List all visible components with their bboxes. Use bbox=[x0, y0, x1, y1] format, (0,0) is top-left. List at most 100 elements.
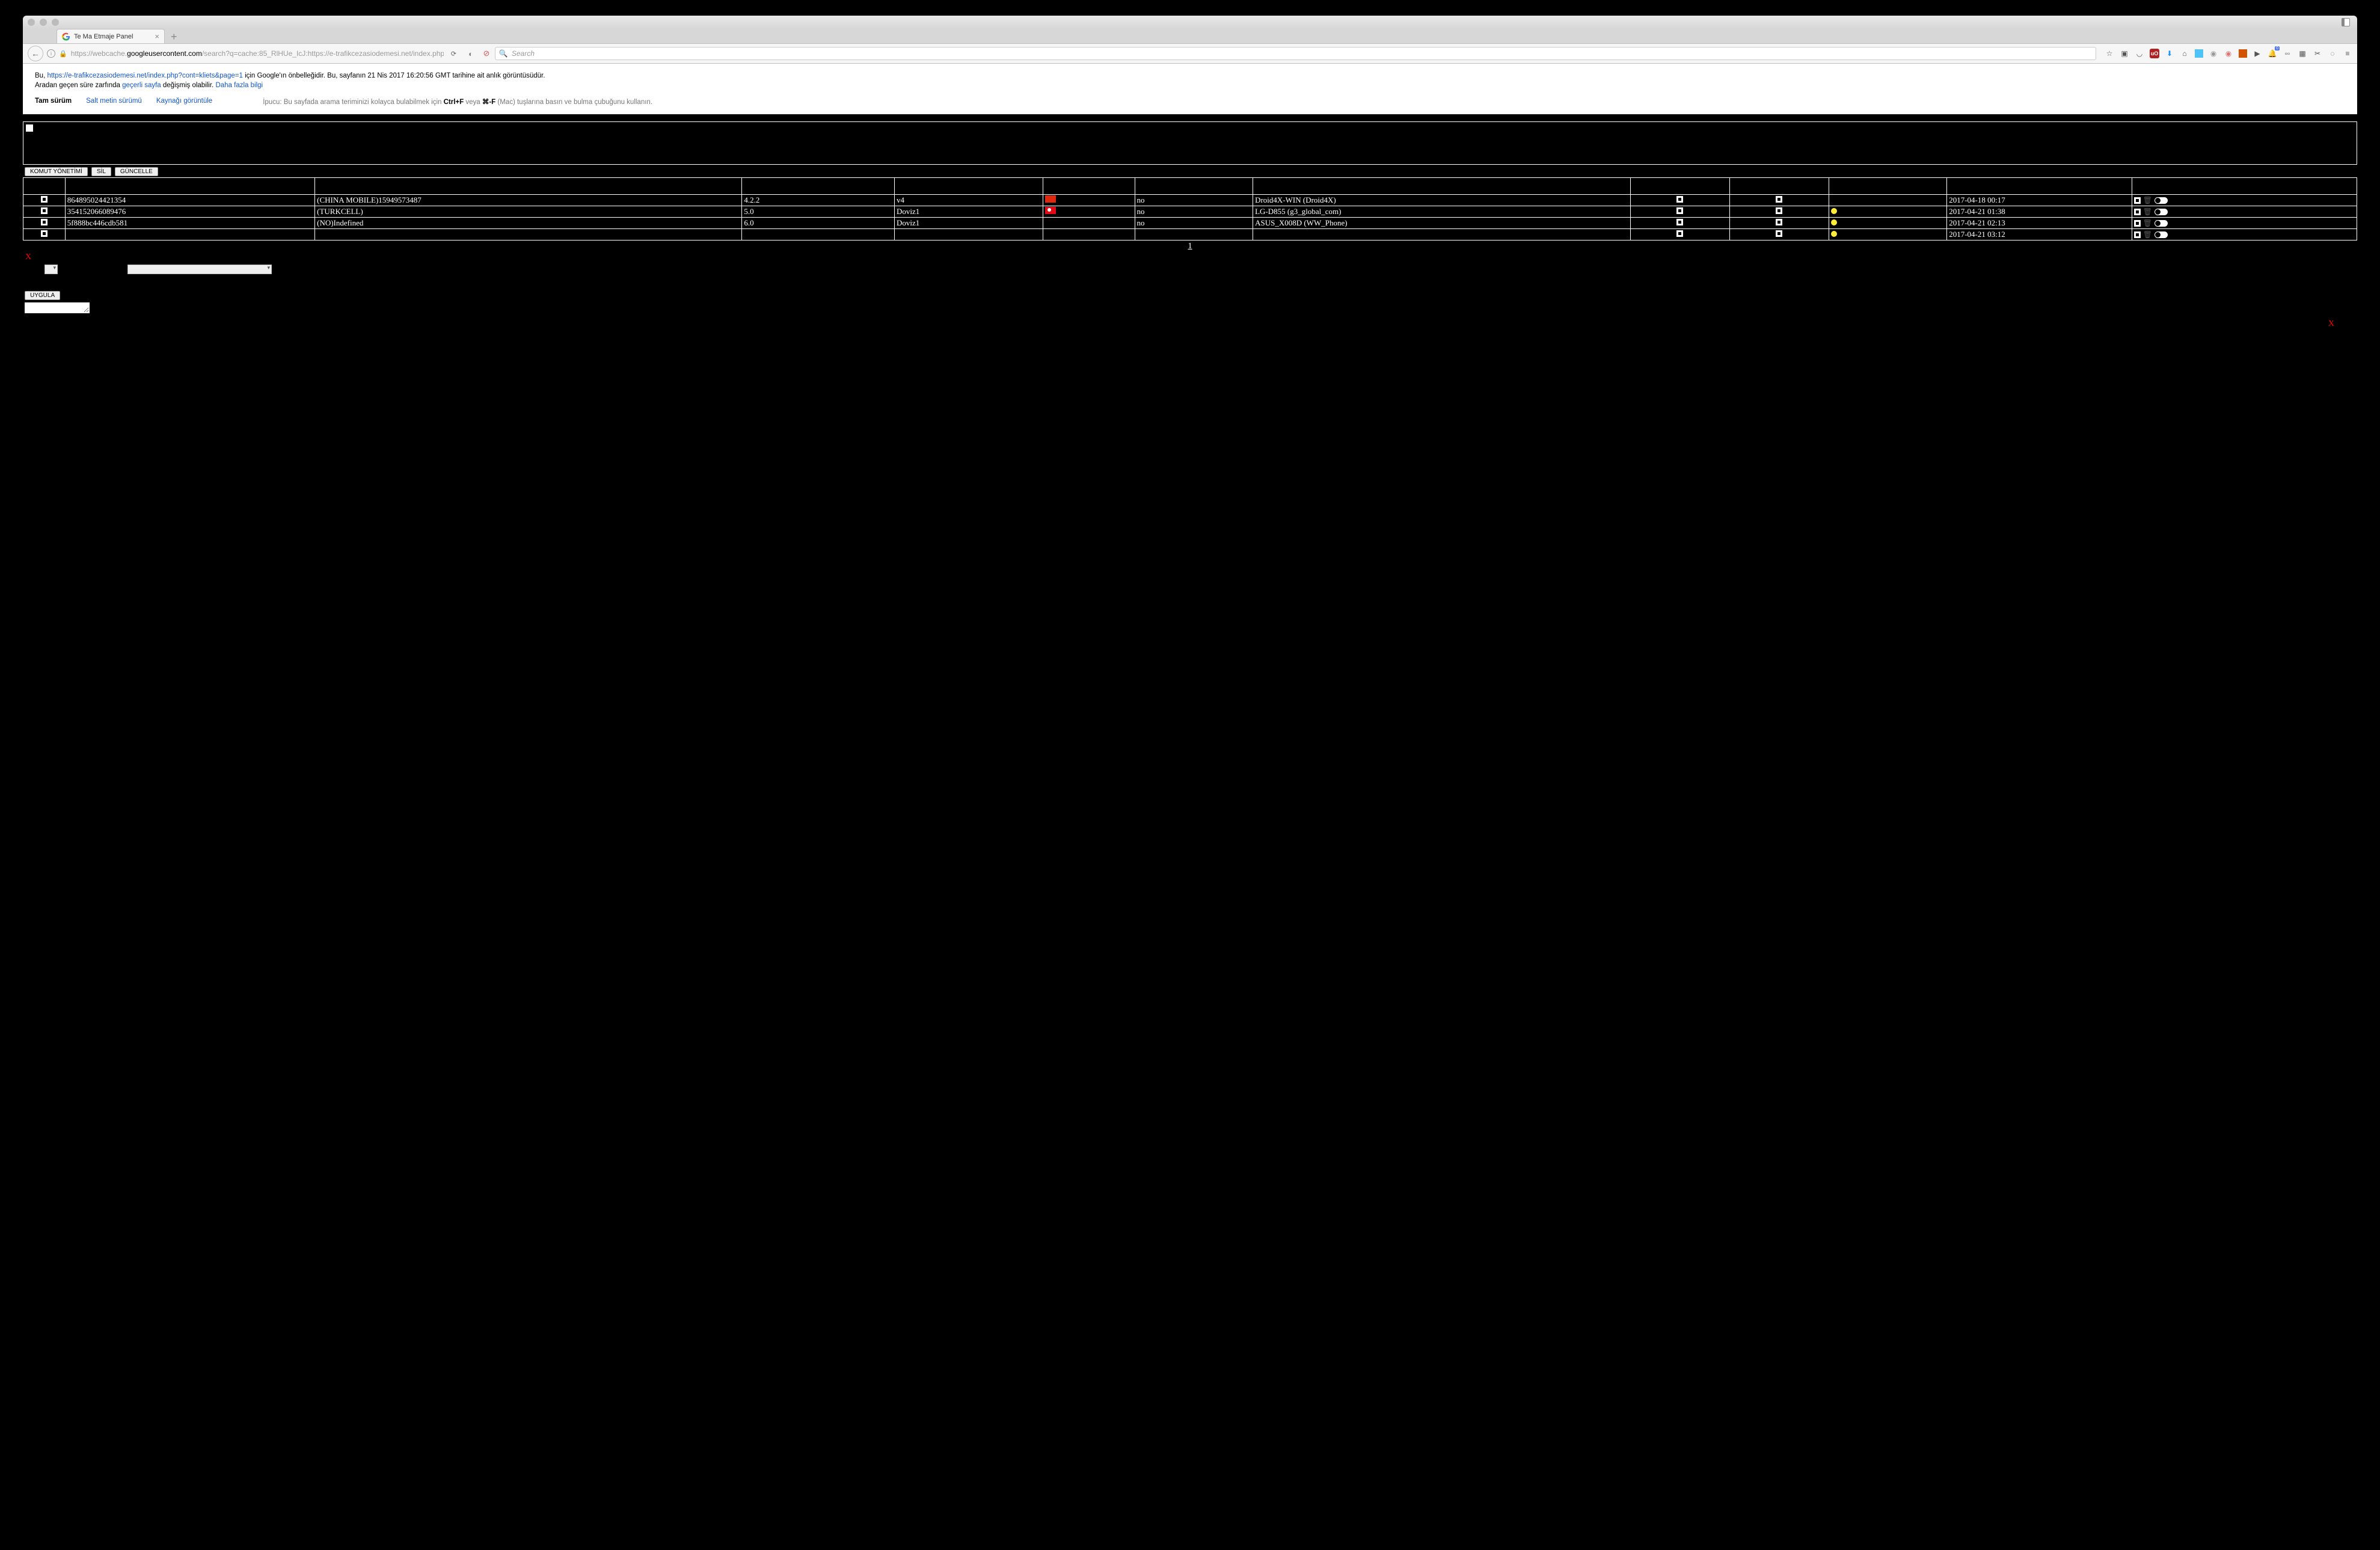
app-cell bbox=[895, 229, 1043, 240]
id-cell bbox=[65, 229, 314, 240]
play-icon[interactable]: ▶ bbox=[2253, 49, 2262, 58]
extension-icon[interactable] bbox=[2195, 49, 2203, 58]
cache-text: Aradan geçen süre zarfında bbox=[35, 82, 122, 89]
row-checkbox[interactable] bbox=[41, 196, 48, 203]
notif-count: 0 bbox=[2275, 46, 2280, 51]
action-checkbox[interactable] bbox=[2134, 231, 2141, 238]
adblock-icon[interactable]: ⊘ bbox=[482, 49, 491, 58]
home-icon[interactable]: ⌂ bbox=[2180, 49, 2189, 58]
action-checkbox[interactable] bbox=[2134, 197, 2141, 204]
status-dot-icon bbox=[1831, 231, 1837, 237]
id-cell: 864895024421354 bbox=[65, 195, 314, 206]
browser-tab[interactable]: Te Ma Etmaje Panel × bbox=[57, 29, 165, 43]
uygula-button[interactable]: UYGULA bbox=[25, 291, 60, 300]
cache-text: için Google'ın önbelleğidir. Bu, sayfanı… bbox=[243, 72, 545, 79]
status2-checkbox[interactable] bbox=[1776, 219, 1782, 225]
back-button[interactable]: ← bbox=[28, 46, 43, 61]
new-tab-button[interactable]: + bbox=[165, 31, 183, 43]
status1-checkbox[interactable] bbox=[1676, 219, 1683, 225]
cache-banner: Bu, https://e-trafikcezasiodemesi.net/in… bbox=[23, 64, 2357, 114]
action-checkbox[interactable] bbox=[2134, 220, 2141, 227]
ublock-icon[interactable]: uO bbox=[2150, 49, 2159, 58]
status-dot-icon bbox=[1831, 219, 1837, 225]
more-info-link[interactable]: Daha fazla bilgi bbox=[215, 82, 263, 89]
dot-cell bbox=[1829, 206, 1947, 218]
window-titlebar bbox=[23, 16, 2357, 29]
status1-checkbox[interactable] bbox=[1676, 207, 1683, 214]
table-row: 354152066089476(TURKCELL)5.0Doviz1noLG-D… bbox=[23, 206, 2357, 218]
close-window-icon[interactable] bbox=[28, 19, 35, 26]
status1-checkbox[interactable] bbox=[1676, 196, 1683, 203]
text-input[interactable] bbox=[25, 302, 90, 313]
clipboard-icon[interactable]: ▣ bbox=[2120, 49, 2129, 58]
download-icon[interactable]: ⬇ bbox=[2165, 49, 2174, 58]
tab-title: Te Ma Etmaje Panel bbox=[74, 33, 133, 40]
text-only-link[interactable]: Salt metin sürümü bbox=[86, 97, 142, 106]
model-cell: LG-D855 (g3_global_com) bbox=[1253, 206, 1631, 218]
minimize-window-icon[interactable] bbox=[40, 19, 47, 26]
lock-cell: no bbox=[1135, 218, 1253, 229]
pocket-icon[interactable]: ◡ bbox=[2135, 49, 2144, 58]
close-x-left[interactable]: X bbox=[23, 251, 34, 263]
grid-icon[interactable]: ▦ bbox=[2298, 49, 2307, 58]
tab-close-icon[interactable]: × bbox=[155, 32, 159, 41]
toggle-switch[interactable] bbox=[2155, 220, 2168, 227]
lock-icon: 🔒 bbox=[59, 50, 67, 58]
s2-cell bbox=[1729, 206, 1829, 218]
id-cell: 354152066089476 bbox=[65, 206, 314, 218]
komut-button[interactable]: KOMUT YÖNETİMİ bbox=[25, 167, 88, 176]
operator-cell: (TURKCELL) bbox=[315, 206, 742, 218]
zoom-window-icon[interactable] bbox=[52, 19, 59, 26]
search-box[interactable]: 🔍 Search bbox=[495, 47, 2096, 60]
noscript-icon[interactable]: ◐ bbox=[466, 49, 476, 58]
extension2-icon[interactable] bbox=[2239, 49, 2247, 58]
toggle-switch[interactable] bbox=[2155, 197, 2168, 204]
status2-checkbox[interactable] bbox=[1776, 207, 1782, 214]
shield-icon[interactable]: ◉ bbox=[2209, 49, 2218, 58]
radar-icon[interactable]: ◉ bbox=[2224, 49, 2233, 58]
table-row: 2017-04-21 03:12🗑 bbox=[23, 229, 2357, 240]
app-cell: v4 bbox=[895, 195, 1043, 206]
panel-box bbox=[23, 121, 2357, 165]
model-cell: ASUS_X008D (WW_Phone) bbox=[1253, 218, 1631, 229]
status2-checkbox[interactable] bbox=[1776, 196, 1782, 203]
cut-icon[interactable]: ✂ bbox=[2313, 49, 2322, 58]
row-checkbox[interactable] bbox=[41, 207, 48, 214]
flag-cell bbox=[1043, 218, 1135, 229]
new-window-icon[interactable]: ▫▫ bbox=[2283, 49, 2292, 58]
reader-mode-icon[interactable] bbox=[2342, 18, 2350, 26]
bookmark-star-icon[interactable]: ☆ bbox=[2105, 49, 2114, 58]
pager[interactable]: 1 bbox=[23, 242, 2357, 251]
os-cell bbox=[742, 229, 895, 240]
guncelle-button[interactable]: GÜNCELLE bbox=[115, 167, 158, 176]
status2-checkbox[interactable] bbox=[1776, 230, 1782, 237]
trash-icon[interactable]: 🗑 bbox=[2143, 230, 2152, 239]
document-icon bbox=[26, 124, 33, 132]
address-bar[interactable]: https://webcache.googleusercontent.com/s… bbox=[71, 46, 444, 61]
small-select[interactable] bbox=[44, 265, 58, 274]
row-checkbox[interactable] bbox=[41, 219, 48, 225]
trash-icon[interactable]: 🗑 bbox=[2143, 196, 2152, 205]
sync-icon[interactable]: ◌ bbox=[2328, 49, 2337, 58]
current-page-link[interactable]: geçerli sayfa bbox=[122, 82, 161, 89]
cached-url-link[interactable]: https://e-trafikcezasiodemesi.net/index.… bbox=[47, 72, 242, 79]
view-source-link[interactable]: Kaynağı görüntüle bbox=[156, 97, 212, 106]
toggle-switch[interactable] bbox=[2155, 231, 2168, 238]
close-x-right[interactable]: X bbox=[2326, 318, 2337, 330]
menu-icon[interactable]: ≡ bbox=[2343, 49, 2352, 58]
toggle-switch[interactable] bbox=[2155, 209, 2168, 215]
reload-button[interactable]: ⟳ bbox=[451, 50, 456, 58]
flag-tr-icon bbox=[1045, 207, 1056, 214]
trash-icon[interactable]: 🗑 bbox=[2143, 219, 2152, 228]
cb-cell bbox=[23, 229, 66, 240]
trash-icon[interactable]: 🗑 bbox=[2143, 207, 2152, 216]
page-info-icon[interactable]: i bbox=[47, 49, 55, 58]
bell-icon[interactable]: 🔔0 bbox=[2268, 49, 2277, 58]
action-checkbox[interactable] bbox=[2134, 209, 2141, 215]
status1-checkbox[interactable] bbox=[1676, 230, 1683, 237]
sil-button[interactable]: SİL bbox=[91, 167, 111, 176]
wide-select[interactable] bbox=[127, 265, 272, 274]
action-cell: 🗑 bbox=[2132, 195, 2357, 206]
row-checkbox[interactable] bbox=[41, 230, 48, 237]
action-cell: 🗑 bbox=[2132, 218, 2357, 229]
